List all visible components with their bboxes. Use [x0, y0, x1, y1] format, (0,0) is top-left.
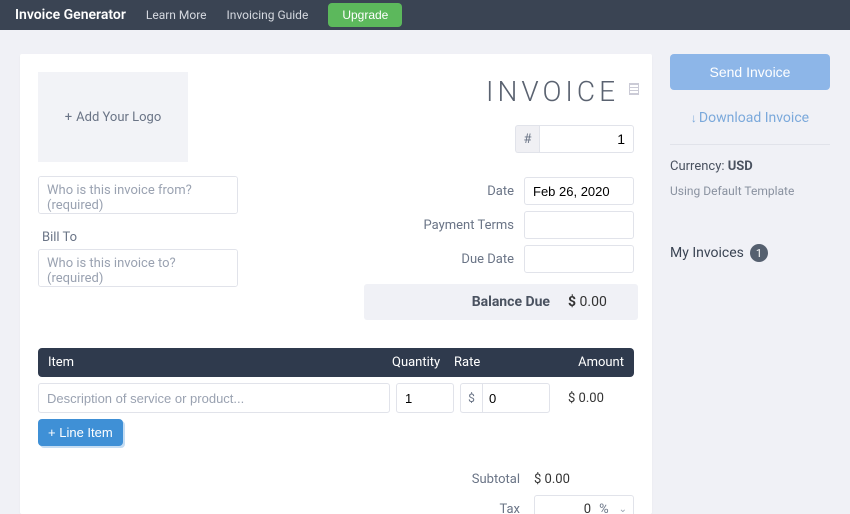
- my-invoices-label: My Invoices: [670, 245, 744, 261]
- header-row: + Add Your Logo INVOICE #: [38, 72, 634, 162]
- items-header: Item Quantity Rate Amount: [38, 348, 634, 377]
- due-date-label: Due Date: [461, 252, 514, 267]
- upgrade-button[interactable]: Upgrade: [328, 3, 402, 27]
- template-label[interactable]: Using Default Template: [670, 184, 830, 198]
- item-rate-input[interactable]: [482, 383, 550, 413]
- tax-label: Tax: [499, 502, 520, 514]
- line-item-row: $ $ 0.00: [38, 383, 634, 413]
- item-amount: $ 0.00: [556, 391, 634, 406]
- item-description-input[interactable]: [38, 383, 390, 413]
- nav-learn-more[interactable]: Learn More: [146, 8, 207, 22]
- add-logo-box[interactable]: + Add Your Logo: [38, 72, 188, 162]
- terms-label: Payment Terms: [424, 218, 515, 233]
- item-quantity-input[interactable]: [396, 383, 454, 413]
- col-rate: Rate: [454, 355, 544, 370]
- due-date-input[interactable]: [524, 245, 634, 273]
- navbar: Invoice Generator Learn More Invoicing G…: [0, 0, 850, 30]
- mid-row: Bill To Date Payment Terms Due Date Bala…: [38, 176, 634, 320]
- balance-label: Balance Due: [472, 294, 550, 310]
- add-line-item-button[interactable]: + Line Item: [38, 419, 123, 446]
- my-invoices-link[interactable]: My Invoices 1: [670, 244, 830, 262]
- invoice-card: + Add Your Logo INVOICE # Bill To: [20, 54, 652, 514]
- item-rate-wrap: $: [460, 383, 550, 413]
- plus-icon: +: [65, 110, 72, 125]
- currency-row[interactable]: Currency: USD: [670, 159, 830, 174]
- divider: [670, 144, 830, 145]
- nav-invoicing-guide[interactable]: Invoicing Guide: [227, 8, 309, 22]
- totals-section: Subtotal $ 0.00 Tax 0 % ⌄ + Discount + S…: [38, 472, 634, 514]
- col-item: Item: [48, 355, 392, 370]
- balance-value: $ 0.00: [568, 294, 628, 310]
- currency-label: Currency:: [670, 159, 728, 174]
- chevron-down-icon: ⌄: [613, 504, 633, 514]
- subtotal-value: $ 0.00: [534, 472, 634, 487]
- brand-name: Invoice Generator: [15, 7, 126, 23]
- col-quantity: Quantity: [392, 355, 454, 370]
- invoice-number-input[interactable]: [539, 125, 634, 153]
- send-invoice-button[interactable]: Send Invoice: [670, 54, 830, 90]
- col-amount: Amount: [544, 355, 624, 370]
- subtotal-label: Subtotal: [472, 472, 520, 487]
- to-input[interactable]: [38, 249, 238, 287]
- invoice-count-badge: 1: [750, 244, 768, 262]
- download-invoice-link[interactable]: ↓Download Invoice: [670, 110, 830, 126]
- billto-label: Bill To: [42, 230, 238, 245]
- from-input[interactable]: [38, 176, 238, 214]
- tax-unit: %: [595, 502, 613, 514]
- currency-value: USD: [728, 159, 753, 174]
- invoice-title[interactable]: INVOICE: [481, 72, 634, 111]
- plus-icon: +: [48, 425, 59, 440]
- download-icon: ↓: [691, 111, 697, 125]
- meta-fields: Date Payment Terms Due Date Balance Due …: [364, 176, 634, 320]
- balance-row: Balance Due $ 0.00: [364, 284, 638, 320]
- invoice-title-text: INVOICE: [486, 75, 619, 108]
- tax-value: 0: [535, 502, 595, 514]
- main-container: + Add Your Logo INVOICE # Bill To: [0, 30, 850, 514]
- currency-symbol: $: [460, 383, 482, 413]
- sidebar: Send Invoice ↓Download Invoice Currency:…: [670, 54, 830, 514]
- invoice-number-symbol: #: [515, 125, 539, 153]
- title-area: INVOICE #: [481, 72, 634, 153]
- terms-input[interactable]: [524, 211, 634, 239]
- date-label: Date: [487, 184, 514, 199]
- tax-input[interactable]: 0 % ⌄: [534, 495, 634, 514]
- invoice-number-row: #: [481, 125, 634, 153]
- add-logo-label: Add Your Logo: [76, 110, 161, 125]
- date-input[interactable]: [524, 177, 634, 205]
- drag-icon: [629, 83, 639, 95]
- addresses: Bill To: [38, 176, 238, 320]
